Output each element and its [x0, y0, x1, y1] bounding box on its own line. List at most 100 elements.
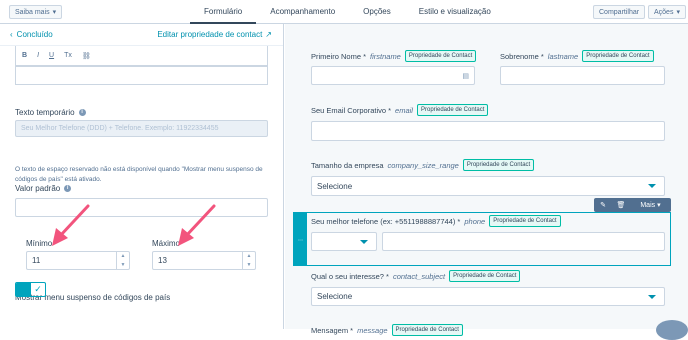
company-size-label: Tamanho da empresa [311, 160, 384, 170]
tab-bar: Formulário Acompanhamento Opções Estilo … [190, 0, 505, 24]
saiba-mais-button[interactable]: Saiba mais ▾ [9, 5, 63, 19]
info-icon: i [78, 109, 86, 116]
trash-icon[interactable]: 🗑 [612, 201, 630, 209]
caret-down-icon [648, 294, 656, 299]
pink-arrow-max [178, 204, 216, 246]
email-label: Seu Email Corporativo * [311, 105, 392, 115]
property-badge: Propriedade de Contact [404, 50, 477, 62]
pink-arrow-min [52, 204, 90, 246]
tab-acompanhamento[interactable]: Acompanhamento [256, 0, 349, 24]
form-preview: Primeiro Nome * firstname Propriedade de… [285, 24, 688, 336]
chevron-down-icon: ▾ [657, 202, 661, 209]
chevron-down-icon: ▼ [120, 261, 126, 268]
company-size-value: Selecione [317, 181, 353, 191]
chevron-up-icon: ▲ [246, 253, 252, 260]
acoes-label: Ações [654, 8, 674, 16]
first-name-input[interactable]: ▤ [311, 66, 475, 85]
interest-value: Selecione [317, 292, 353, 301]
min-stepper[interactable]: ▲ ▼ [116, 252, 129, 269]
interest-label-row: Qual o seu interesse? * contact_subject … [311, 270, 521, 282]
property-badge: Propriedade de Contact [582, 50, 654, 62]
placeholder-label-row: Texto temporário i [15, 108, 86, 117]
edit-property-label: Editar propriedade de contact [157, 30, 263, 39]
field-actions-toolbar: ✎ 🗑 Mais ▾ [594, 198, 671, 212]
max-input[interactable]: 13 ▲ ▼ [152, 251, 256, 270]
chevron-down-icon: ▾ [52, 9, 57, 16]
last-name-input[interactable] [500, 66, 665, 85]
rich-text-editor[interactable] [15, 66, 268, 85]
phone-internal: phone [464, 216, 486, 226]
phone-input[interactable] [382, 232, 665, 251]
chat-widget-button[interactable] [656, 320, 688, 340]
company-size-internal: company_size_range [387, 160, 459, 170]
default-value-label-row: Valor padrão i [15, 184, 72, 193]
placeholder-help-text: O texto de espaço reservado não está dis… [15, 166, 263, 183]
bold-icon[interactable]: B [22, 52, 27, 59]
external-link-icon: ↗ [265, 30, 272, 39]
link-icon[interactable]: ⛓ [82, 52, 91, 60]
top-bar: Saiba mais ▾ Formulário Acompanhamento O… [0, 0, 688, 24]
chevron-left-icon: ‹ [10, 30, 13, 39]
tab-opcoes[interactable]: Opções [349, 0, 405, 24]
first-name-label-row: Primeiro Nome * firstname Propriedade de… [311, 50, 477, 62]
chevron-down-icon: ▾ [676, 9, 680, 16]
property-badge: Propriedade de Contact [489, 215, 561, 227]
interest-label: Qual o seu interesse? * [311, 271, 389, 281]
min-input[interactable]: 11 ▲ ▼ [26, 251, 130, 270]
last-name-label-row: Sobrenome * lastname Propriedade de Cont… [500, 50, 654, 62]
company-size-select[interactable]: Selecione [311, 176, 665, 196]
info-icon: i [64, 185, 72, 192]
pencil-icon[interactable]: ✎ [594, 201, 612, 209]
last-name-internal: lastname [547, 51, 579, 61]
last-name-label: Sobrenome * [500, 51, 544, 61]
drag-handle-icon[interactable]: :::: [294, 213, 307, 265]
underline-icon[interactable]: U [49, 52, 54, 59]
back-link[interactable]: ‹ Concluído [10, 30, 53, 39]
edit-property-link[interactable]: Editar propriedade de contact ↗ [157, 30, 272, 39]
email-label-row: Seu Email Corporativo * email Propriedad… [311, 104, 489, 116]
max-value: 13 [158, 256, 167, 265]
tab-estilo[interactable]: Estilo e visualização [405, 0, 505, 24]
placeholder-input[interactable]: Seu Melhor Telefone (DDD) + Telefone. Ex… [15, 120, 268, 137]
field-editor-panel: ‹ Concluído Editar propriedade de contac… [0, 24, 284, 329]
message-internal: message [357, 325, 388, 335]
acoes-button[interactable]: Ações ▾ [648, 5, 686, 19]
italic-icon[interactable]: I [37, 52, 39, 59]
chevron-down-icon: ▼ [246, 261, 252, 268]
caret-down-icon [360, 239, 368, 244]
message-label-row: Mensagem * message Propriedade de Contac… [311, 324, 463, 336]
back-label: Concluído [16, 30, 53, 39]
placeholder-label: Texto temporário [15, 108, 75, 117]
default-value-label: Valor padrão [15, 184, 61, 193]
compartilhar-label: Compartilhar [599, 8, 640, 16]
max-stepper[interactable]: ▲ ▼ [242, 252, 255, 269]
clear-format-icon[interactable]: Tx [64, 52, 72, 59]
country-code-select[interactable] [311, 232, 377, 251]
mais-label: Mais [640, 201, 656, 209]
panel-header: ‹ Concluído Editar propriedade de contac… [0, 24, 283, 46]
toggle-on-fill [16, 283, 31, 296]
mais-menu-button[interactable]: Mais ▾ [630, 201, 671, 210]
property-badge: Propriedade de Contact [391, 324, 463, 336]
rich-text-toolbar: B I U Tx ⛓ [15, 46, 268, 66]
company-size-label-row: Tamanho da empresa company_size_range Pr… [311, 159, 535, 171]
country-dropdown-toggle[interactable]: ✓ [15, 282, 46, 297]
tab-formulario[interactable]: Formulário [190, 0, 257, 24]
message-label: Mensagem * [311, 325, 354, 335]
email-input[interactable] [311, 121, 665, 141]
property-badge: Propriedade de Contact [462, 159, 535, 171]
caret-down-icon [648, 184, 656, 188]
compartilhar-button[interactable]: Compartilhar [593, 5, 646, 19]
property-badge: Propriedade de Contact [449, 270, 521, 282]
interest-internal: contact_subject [392, 271, 446, 281]
first-name-internal: firstname [370, 51, 401, 61]
min-value: 11 [32, 256, 41, 265]
chevron-up-icon: ▲ [120, 253, 126, 260]
phone-label-row: Seu melhor telefone (ex: +5511988887744)… [311, 215, 561, 227]
contact-card-icon: ▤ [462, 72, 469, 80]
saiba-mais-label: Saiba mais [15, 8, 50, 16]
check-icon: ✓ [34, 284, 42, 294]
interest-select[interactable]: Selecione [311, 287, 665, 306]
property-badge: Propriedade de Contact [416, 104, 489, 116]
phone-label: Seu melhor telefone (ex: +5511988887744)… [311, 216, 461, 226]
